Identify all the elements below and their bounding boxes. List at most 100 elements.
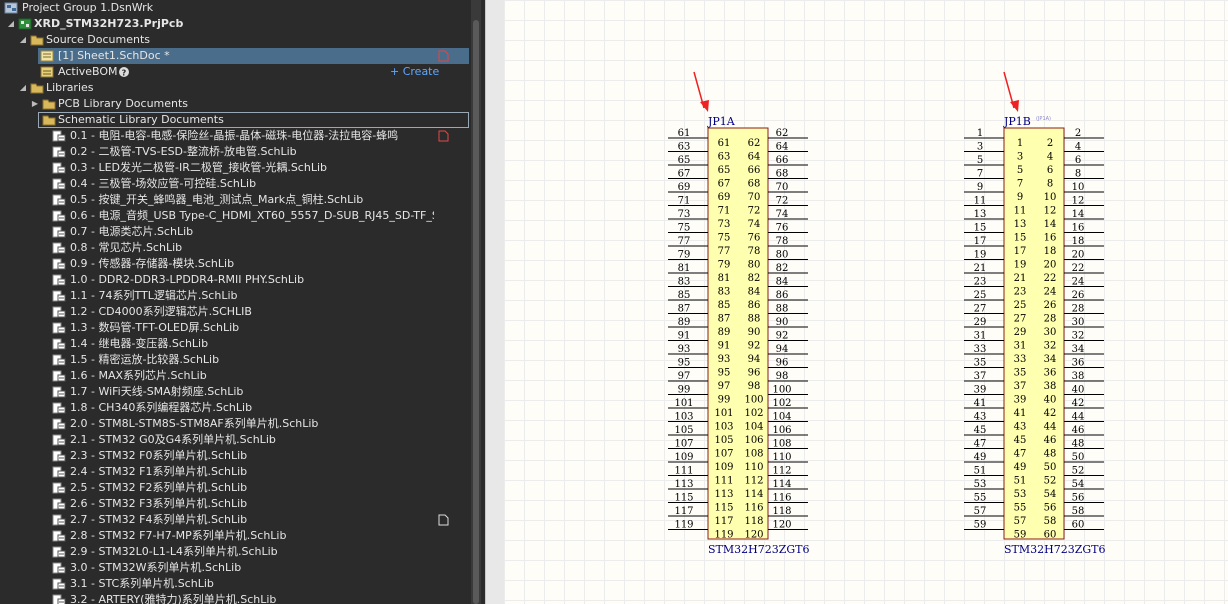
collapse-icon[interactable]: ◢	[18, 32, 28, 48]
panel-scrollbar-thumb[interactable]	[473, 20, 479, 604]
schlib-file-row[interactable]: 3.2 - ARTERY(雅特力)系列单片机.SchLib	[0, 592, 480, 604]
schlib-file-row[interactable]: 1.7 - WiFi天线-SMA射频座.SchLib	[0, 384, 480, 400]
collapse-icon[interactable]: ◢	[18, 80, 28, 96]
pin-number: 28	[1072, 304, 1085, 315]
project-row[interactable]: ◢ XRD_STM32H723.PrjPcb	[0, 16, 480, 32]
schlib-file-icon	[52, 290, 66, 302]
create-bom-link[interactable]: + Create	[390, 64, 439, 80]
schlib-file-row[interactable]: 1.1 - 74系列TTL逻辑芯片.SchLib	[0, 288, 480, 304]
pin-number: 50	[1072, 452, 1085, 463]
schlib-file-row[interactable]: 2.3 - STM32 F0系列单片机.SchLib	[0, 448, 480, 464]
schlib-file-row[interactable]: 0.7 - 电源类芯片.SchLib	[0, 224, 480, 240]
schlib-file-row[interactable]: 1.6 - MAX系列芯片.SchLib	[0, 368, 480, 384]
pin-number: 33	[974, 344, 987, 355]
pin-name: 93	[718, 354, 731, 365]
pin-name: 99	[718, 395, 731, 406]
folder-icon	[42, 114, 56, 126]
project-group-row[interactable]: Project Group 1.DsnWrk	[0, 0, 480, 16]
pin-name: 22	[1044, 273, 1057, 284]
schlib-file-row[interactable]: 2.5 - STM32 F2系列单片机.SchLib	[0, 480, 480, 496]
schlib-file-row[interactable]: 2.4 - STM32 F1系列单片机.SchLib	[0, 464, 480, 480]
schlib-file-row[interactable]: 2.7 - STM32 F4系列单片机.SchLib	[0, 512, 480, 528]
pin-number: 43	[974, 412, 987, 423]
schlib-file-row[interactable]: 3.1 - STC系列单片机.SchLib	[0, 576, 480, 592]
schlib-file-label: 0.7 - 电源类芯片.SchLib	[70, 225, 194, 238]
pin-number: 69	[678, 182, 691, 193]
pin-number: 114	[772, 479, 791, 490]
collapse-icon[interactable]: ◢	[6, 16, 16, 32]
schlib-file-icon	[52, 482, 66, 494]
schlib-file-row[interactable]: 2.9 - STM32L0-L1-L4系列单片机.SchLib	[0, 544, 480, 560]
libraries-row[interactable]: ◢ Libraries	[0, 80, 480, 96]
schlib-file-row[interactable]: 2.8 - STM32 F7-H7-MP系列单片机.SchLib	[0, 528, 480, 544]
schlib-file-row[interactable]: 0.5 - 按键_开关_蜂鸣器_电池_测试点_Mark点_铜柱.SchLib	[0, 192, 480, 208]
schematic-canvas[interactable]: JP1ASTM32H723ZGT661 6261 6263 6463 6465 6665 6…	[504, 0, 1228, 604]
schlib-file-label: 2.6 - STM32 F3系列单片机.SchLib	[70, 497, 248, 510]
pin-number: 19	[974, 250, 987, 261]
pin-number: 99	[678, 385, 691, 396]
schlib-file-row[interactable]: 0.8 - 常见芯片.SchLib	[0, 240, 480, 256]
schlib-file-row[interactable]: 2.0 - STM8L-STM8S-STM8AF系列单片机.SchLib	[0, 416, 480, 432]
pin-name: 48	[1044, 449, 1057, 460]
pin-name: 95	[718, 368, 731, 379]
pin-number: 22	[1072, 263, 1085, 274]
schematic-library-documents-row[interactable]: ◢ Schematic Library Documents	[38, 112, 469, 128]
schlib-file-row[interactable]: 1.3 - 数码管-TFT-OLED屏.SchLib	[0, 320, 480, 336]
schlib-file-row[interactable]: 1.0 - DDR2-DDR3-LPDDR4-RMII PHY.SchLib	[0, 272, 480, 288]
schlib-file-label: 0.5 - 按键_开关_蜂鸣器_电池_测试点_Mark点_铜柱.SchLib	[70, 193, 364, 206]
schlib-file-label: 0.9 - 传感器-存储器-模块.SchLib	[70, 257, 235, 270]
source-documents-row[interactable]: ◢ Source Documents	[0, 32, 480, 48]
schlib-file-row[interactable]: 0.9 - 传感器-存储器-模块.SchLib	[0, 256, 480, 272]
schlib-file-row[interactable]: 2.1 - STM32 G0及G4系列单片机.SchLib	[0, 432, 480, 448]
schlib-file-row[interactable]: 0.6 - 电源_音频_USB Type-C_HDMI_XT60_5557_D-…	[0, 208, 480, 224]
pin-number: 54	[1072, 479, 1085, 490]
schlib-file-icon	[52, 514, 66, 526]
schlib-file-label: 3.1 - STC系列单片机.SchLib	[70, 577, 214, 590]
sheet-label: [1] Sheet1.SchDoc *	[58, 49, 170, 62]
schlib-file-row[interactable]: 1.4 - 继电器-变压器.SchLib	[0, 336, 480, 352]
schlib-file-row[interactable]: 1.2 - CD4000系列逻辑芯片.SCHLIB	[0, 304, 480, 320]
schlib-file-row[interactable]: 0.2 - 二极管-TVS-ESD-整流桥-放电管.SchLib	[0, 144, 480, 160]
activebom-row[interactable]: ActiveBOM ? + Create	[0, 64, 480, 80]
pin-number: 78	[776, 236, 789, 247]
pin-number: 45	[974, 425, 987, 436]
pin-name: 80	[748, 260, 761, 271]
schematic-sheet[interactable]: JP1A STM32H723ZGT6 61 62 61 62 63 64 63 64 65 66 65 6…	[504, 0, 1228, 604]
pin-number: 81	[678, 263, 691, 274]
panel-scrollbar[interactable]	[471, 0, 481, 604]
schlib-file-label: 0.2 - 二极管-TVS-ESD-整流桥-放电管.SchLib	[70, 145, 297, 158]
pin-name: 77	[718, 246, 731, 257]
schlib-file-row[interactable]: 2.6 - STM32 F3系列单片机.SchLib	[0, 496, 480, 512]
pin-number: 95	[678, 358, 691, 369]
pin-name: 49	[1014, 462, 1027, 473]
collapse-icon[interactable]: ◢	[38, 112, 40, 128]
pin-number: 96	[776, 358, 789, 369]
pin-number: 36	[1072, 358, 1085, 369]
pin-number: 4	[1075, 142, 1081, 153]
sheet-row[interactable]: [1] Sheet1.SchDoc *	[38, 48, 469, 64]
pin-number: 111	[674, 466, 693, 477]
schlib-file-row[interactable]: 0.3 - LED发光二极管-IR二极管_接收管-光耦.SchLib	[0, 160, 480, 176]
schlib-file-icon	[52, 450, 66, 462]
schlib-file-row[interactable]: 0.1 - 电阻-电容-电感-保险丝-晶振-晶体-磁珠-电位器-法拉电容-蜂鸣	[0, 128, 480, 144]
pin-name: 106	[744, 435, 763, 446]
help-icon[interactable]: ?	[118, 66, 132, 78]
schlib-file-row[interactable]: 0.4 - 三极管-场效应管-可控硅.SchLib	[0, 176, 480, 192]
pin-name: 41	[1014, 408, 1027, 419]
expand-icon[interactable]: ▶	[30, 96, 40, 112]
pin-name: 120	[744, 530, 763, 541]
pin-number: 86	[776, 290, 789, 301]
pin-number: 41	[974, 398, 987, 409]
pcb-project-icon	[18, 18, 32, 30]
pcb-library-documents-row[interactable]: ▶ PCB Library Documents	[0, 96, 480, 112]
component-designator: JP1B	[1003, 115, 1031, 128]
panel-splitter[interactable]	[485, 0, 505, 604]
pin-name: 103	[714, 422, 733, 433]
schlib-file-row[interactable]: 3.0 - STM32W系列单片机.SchLib	[0, 560, 480, 576]
pin-name: 60	[1044, 530, 1057, 541]
schlib-file-label: 3.2 - ARTERY(雅特力)系列单片机.SchLib	[70, 593, 277, 604]
pin-number: 117	[674, 506, 693, 517]
schlib-file-row[interactable]: 1.8 - CH340系列编程器芯片.SchLib	[0, 400, 480, 416]
schlib-file-row[interactable]: 1.5 - 精密运放-比较器.SchLib	[0, 352, 480, 368]
pin-number: 61	[678, 128, 691, 139]
